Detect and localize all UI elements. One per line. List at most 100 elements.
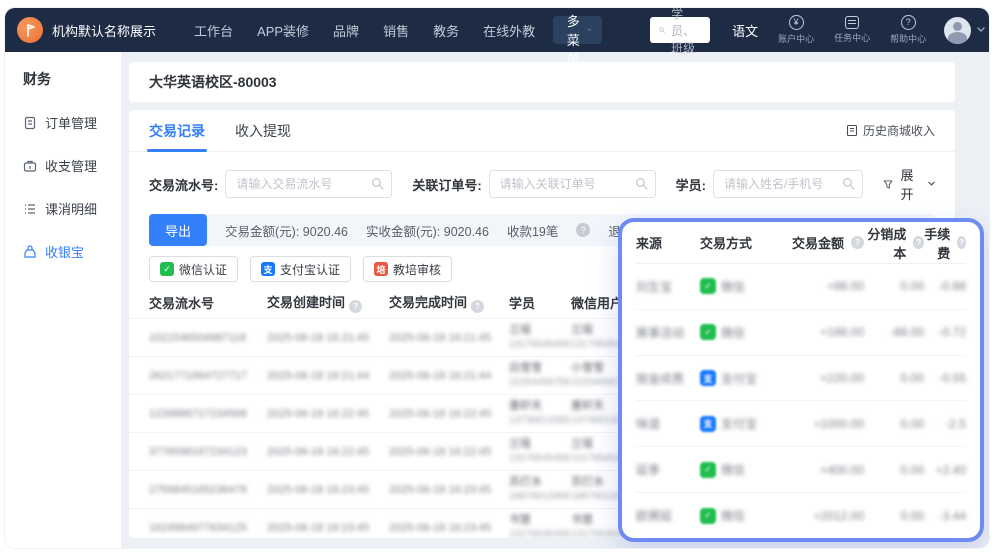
col-fee[interactable]: 手续费? (924, 224, 966, 262)
refund-help-icon[interactable]: ? (576, 223, 590, 237)
cost-cell: 0.00 (864, 463, 924, 477)
wechat-pay-icon: ✓ (700, 508, 716, 524)
history-link-label: 历史商城收入 (863, 122, 935, 139)
tab-income-withdrawal[interactable]: 收入提现 (235, 110, 291, 152)
help-icon[interactable]: ? (471, 300, 484, 313)
col-source: 来源 (636, 233, 700, 252)
sidebar-item-cashier[interactable]: 收银宝 (23, 242, 121, 261)
txn-sn: 1021546504987118 (149, 332, 267, 344)
search-icon (659, 24, 665, 36)
search-icon[interactable] (371, 177, 384, 190)
col-done-time[interactable]: 交易完成时间? (389, 292, 509, 313)
help-icon[interactable]: ? (913, 236, 924, 249)
txn-done: 2025-06-18 16:22:45 (389, 408, 509, 420)
overlay-row[interactable]: 刘生宝 ✓微信 +88.00 0.00 -0.88 (636, 264, 966, 310)
stat-payment-count: 收款19笔 (507, 221, 558, 240)
sidebar-item-label: 订单管理 (45, 113, 97, 132)
wechat-cert-button[interactable]: ✓ 微信认证 (149, 256, 238, 282)
source-cell: 按金续费 (636, 370, 700, 387)
wechat-pay-icon: ✓ (700, 278, 716, 294)
txn-created: 2025-06-18 16:23:45 (267, 522, 389, 534)
search-icon[interactable] (842, 177, 855, 190)
col-amount[interactable]: 交易金额? (790, 233, 864, 252)
method-label: 微信 (721, 507, 745, 524)
wechat-icon: ✓ (160, 262, 174, 276)
menu-item-online-teachers[interactable]: 在线外教 (483, 21, 535, 40)
menu-item-brand[interactable]: 品牌 (333, 21, 359, 40)
student-search-input[interactable] (713, 170, 863, 198)
txn-sn: 3776598167234123 (149, 446, 267, 458)
cost-cell: -88.00 (864, 325, 924, 339)
transaction-sn-input[interactable] (225, 170, 392, 198)
method-label: 微信 (721, 278, 745, 295)
global-search-input[interactable]: 学员、班级 (650, 17, 710, 43)
source-cell: 赛事活动 (636, 324, 700, 341)
student-cell: 苏打水18876613365 (509, 475, 571, 503)
sidebar-item-orders[interactable]: 订单管理 (23, 113, 121, 132)
help-icon[interactable]: ? (349, 300, 362, 313)
txn-created: 2025-06-18 16:21:44 (267, 370, 389, 382)
col-transaction-sn: 交易流水号 (149, 293, 267, 312)
method-label: 支付宝 (721, 370, 757, 387)
sidebar-item-class-consumption[interactable]: 课消明细 (23, 199, 121, 218)
help-icon[interactable]: ? (957, 236, 966, 249)
txn-sn: 2759845165236478 (149, 484, 267, 496)
cost-cell: 0.00 (864, 417, 924, 431)
source-cell: 延季 (636, 461, 700, 478)
language-switcher[interactable]: 语文 (732, 21, 758, 40)
menu-item-workbench[interactable]: 工作台 (194, 21, 233, 40)
expand-filters-button[interactable]: 展开 (883, 165, 935, 203)
yen-circle-icon: ¥ (789, 15, 804, 30)
col-distribution-cost[interactable]: 分销成本? (864, 224, 924, 262)
overlay-row[interactable]: 味道 支支付宝 +1000.00 0.00 -2.5 (636, 401, 966, 447)
txn-sn: 1239886717234568 (149, 408, 267, 420)
filter-bar: 交易流水号: 关联订单号: 学员: 展开 (129, 152, 955, 208)
help-center-link[interactable]: ? 帮助中心 (890, 15, 926, 45)
source-cell: 刘生宝 (636, 278, 700, 295)
search-placeholder: 学员、班级 (671, 8, 701, 56)
overlay-row[interactable]: 按金续费 支支付宝 +220.00 0.00 -0.55 (636, 356, 966, 402)
menu-item-app-design[interactable]: APP装修 (257, 21, 309, 40)
sidebar-item-income-expense[interactable]: 收支管理 (23, 156, 121, 175)
fee-cell: +2.40 (924, 463, 966, 477)
txn-done: 2025-06-18 16:21:44 (389, 370, 509, 382)
menu-item-academic[interactable]: 教务 (433, 21, 459, 40)
txn-created: 2025-06-18 16:23:45 (267, 484, 389, 496)
cashier-icon (23, 245, 37, 259)
overlay-row[interactable]: 赛事活动 ✓微信 +188.00 -88.00 -0.72 (636, 310, 966, 356)
wechat-pay-icon: ✓ (700, 324, 716, 340)
overlay-row[interactable]: 欧赛延 ✓微信 +2012.00 0.00 -3.44 (636, 493, 966, 538)
expand-label: 展开 (900, 165, 920, 203)
txn-sn: 1624984977634125 (149, 522, 267, 534)
account-center-link[interactable]: ¥ 账户中心 (778, 15, 814, 45)
search-icon[interactable] (635, 177, 648, 190)
wallet-icon (23, 159, 37, 173)
edu-review-button[interactable]: 培 教培审核 (363, 256, 452, 282)
task-center-link[interactable]: 任务中心 (834, 16, 870, 44)
txn-created: 2025-06-18 16:21:45 (267, 332, 389, 344)
campus-title-bar: 大华英语校区-80003 (129, 62, 955, 102)
wechat-cert-label: 微信认证 (179, 261, 227, 278)
stat-transaction-amount: 交易金额(元): 9020.46 (225, 221, 348, 240)
col-created-time[interactable]: 交易创建时间? (267, 292, 389, 313)
more-menu-button[interactable]: 更多菜单 (553, 16, 602, 44)
sidebar: 财务 订单管理 收支管理 课消明细 收银宝 (5, 52, 121, 548)
user-avatar-menu[interactable] (944, 17, 985, 44)
overlay-row[interactable]: 延季 ✓微信 +400.00 0.00 +2.40 (636, 447, 966, 493)
student-cell: 书慧13176545456 (509, 513, 571, 538)
history-mall-income-link[interactable]: 历史商城收入 (846, 122, 935, 139)
export-button[interactable]: 导出 (149, 214, 207, 246)
col-student: 学员 (509, 293, 571, 312)
help-icon[interactable]: ? (851, 236, 864, 249)
top-navbar: 机构默认名称展示 工作台 APP装修 品牌 销售 教务 在线外教 更多菜单 学员… (5, 8, 989, 52)
menu-item-sales[interactable]: 销售 (383, 21, 409, 40)
student-cell: 墨轩天13736613365 (509, 399, 571, 427)
filter-label-sn: 交易流水号: (149, 175, 218, 194)
alipay-cert-button[interactable]: 支 支付宝认证 (250, 256, 351, 282)
app-window: 机构默认名称展示 工作台 APP装修 品牌 销售 教务 在线外教 更多菜单 学员… (5, 8, 989, 548)
related-order-input[interactable] (489, 170, 656, 198)
tab-transaction-records[interactable]: 交易记录 (149, 110, 205, 152)
amount-cell: +88.00 (790, 279, 864, 293)
org-logo-icon[interactable] (17, 17, 43, 43)
wechat-pay-icon: ✓ (700, 462, 716, 478)
